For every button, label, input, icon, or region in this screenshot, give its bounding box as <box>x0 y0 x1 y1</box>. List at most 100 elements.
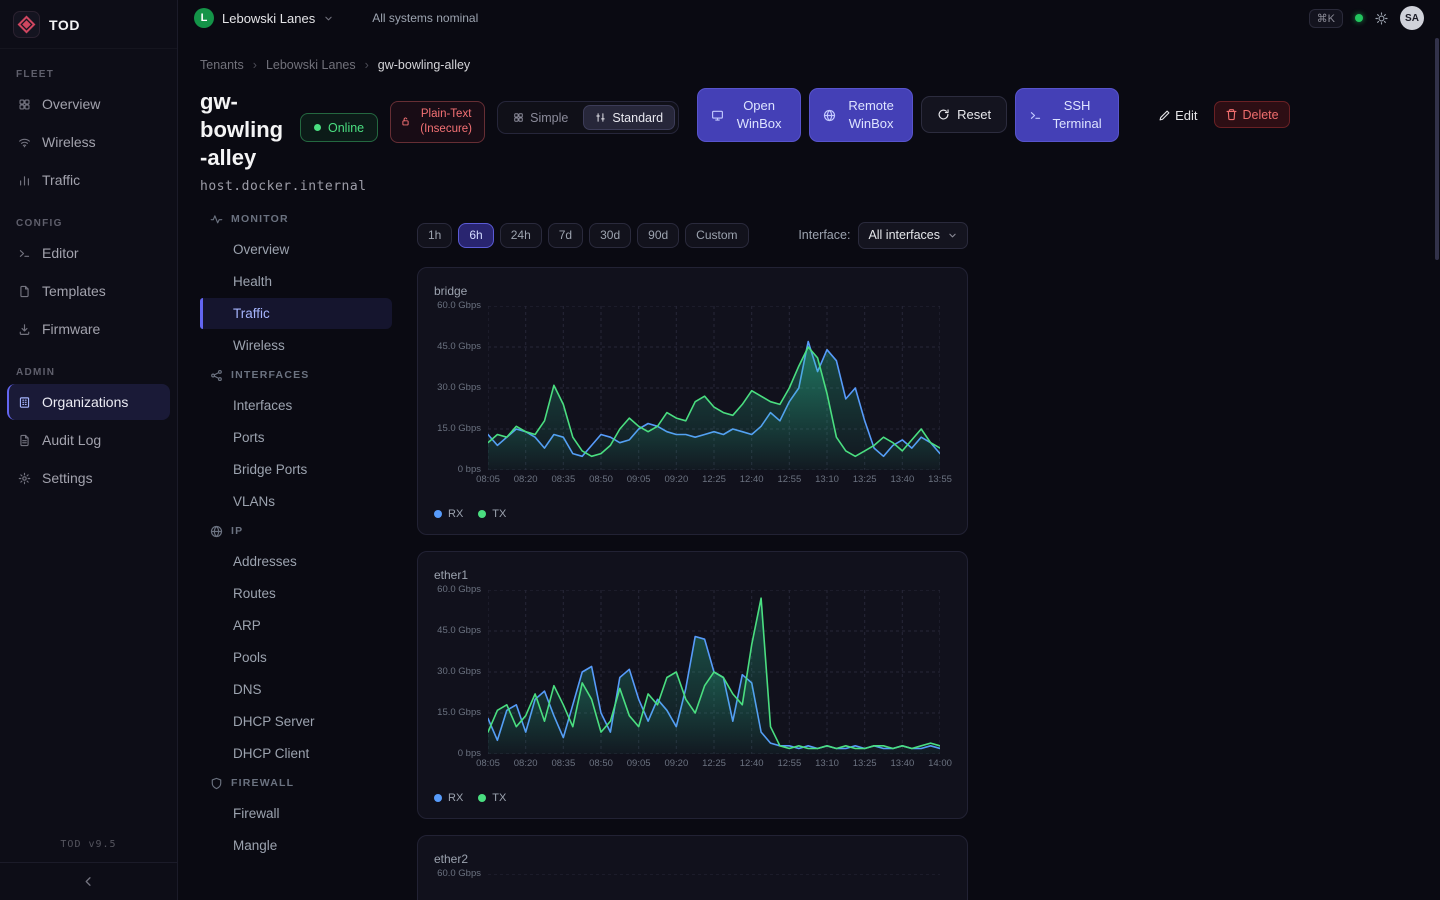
interface-filter: Interface: All interfaces <box>798 222 968 249</box>
interface-select-value: All interfaces <box>868 228 940 242</box>
globe-icon <box>210 525 223 538</box>
tenant-switcher[interactable]: L Lebowski Lanes <box>194 8 334 28</box>
sidebar: TOD FLEETOverviewWirelessTrafficCONFIGEd… <box>0 0 178 900</box>
time-range-group: 1h6h 24h7d30d90dCustom <box>417 223 749 248</box>
subnav-item-mangle[interactable]: Mangle <box>200 830 392 861</box>
subnav-item-dhcp-client[interactable]: DHCP Client <box>200 738 392 769</box>
subnav-item-interfaces[interactable]: Interfaces <box>200 390 392 421</box>
remote-winbox-button[interactable]: Remote WinBox <box>809 88 913 142</box>
time-range-7d[interactable]: 7d <box>548 223 583 248</box>
x-axis: 08:0508:2008:3508:5009:0509:2012:2512:40… <box>488 758 940 778</box>
time-range-1h[interactable]: 1h <box>417 223 452 248</box>
x-axis-tick: 08:35 <box>551 474 575 485</box>
x-axis-tick: 12:25 <box>702 474 726 485</box>
subnav-item-vlans[interactable]: VLANs <box>200 486 392 517</box>
trash-icon <box>1225 108 1238 121</box>
sidebar-item-traffic[interactable]: Traffic <box>7 162 170 198</box>
y-axis: 0 bps15.0 Gbps30.0 Gbps45.0 Gbps60.0 Gbp… <box>434 306 488 470</box>
y-axis-tick: 30.0 Gbps <box>437 382 481 393</box>
y-axis-tick: 15.0 Gbps <box>437 707 481 718</box>
time-range-90d[interactable]: 90d <box>637 223 679 248</box>
y-axis-tick: 60.0 Gbps <box>437 868 481 879</box>
view-mode-toggle: SimpleStandard <box>497 101 679 134</box>
device-actions: Open WinBoxRemote WinBoxResetSSH Termina… <box>697 88 1290 142</box>
gear-icon <box>18 472 31 485</box>
chevron-left-icon <box>82 875 95 888</box>
sidebar-item-overview[interactable]: Overview <box>7 86 170 122</box>
x-axis-tick: 13:25 <box>853 474 877 485</box>
subnav-item-wireless[interactable]: Wireless <box>200 330 392 361</box>
view-mode-simple[interactable]: Simple <box>501 105 580 130</box>
chart-card-bridge: bridge0 bps15.0 Gbps30.0 Gbps45.0 Gbps60… <box>417 267 968 535</box>
sidebar-item-settings[interactable]: Settings <box>7 460 170 496</box>
time-range-24h[interactable]: 24h <box>500 223 542 248</box>
page-scrollbar[interactable] <box>1435 38 1439 260</box>
online-status-badge: Online <box>300 113 378 142</box>
subnav-item-arp[interactable]: ARP <box>200 610 392 641</box>
sidebar-item-wireless[interactable]: Wireless <box>7 124 170 160</box>
legend-dot <box>478 510 486 518</box>
delete-button[interactable]: Delete <box>1214 101 1289 128</box>
chart-plot <box>488 874 940 900</box>
legend-item-tx: TX <box>478 508 506 520</box>
shield-icon <box>210 777 223 790</box>
subnav-item-routes[interactable]: Routes <box>200 578 392 609</box>
view-mode-standard[interactable]: Standard <box>583 105 675 130</box>
subnav-item-overview[interactable]: Overview <box>200 234 392 265</box>
ssh-terminal-button[interactable]: SSH Terminal <box>1015 88 1119 142</box>
sidebar-item-organizations[interactable]: Organizations <box>7 384 170 420</box>
app-version: TOD v9.5 <box>0 839 177 850</box>
x-axis-tick: 13:10 <box>815 758 839 769</box>
breadcrumb-item-lebowski-lanes[interactable]: Lebowski Lanes <box>266 58 356 72</box>
lock-open-icon <box>400 116 411 127</box>
subnav-item-health[interactable]: Health <box>200 266 392 297</box>
sidebar-nav: FLEETOverviewWirelessTrafficCONFIGEditor… <box>0 49 177 498</box>
online-dot <box>314 124 321 131</box>
subnav-item-bridge-ports[interactable]: Bridge Ports <box>200 454 392 485</box>
app-logo[interactable]: TOD <box>0 0 177 49</box>
command-palette-shortcut[interactable]: ⌘K <box>1309 9 1343 28</box>
download-icon <box>18 323 31 336</box>
sidebar-section-fleet: FLEET <box>16 69 161 80</box>
sidebar-item-audit-log[interactable]: Audit Log <box>7 422 170 458</box>
topbar: L Lebowski Lanes All systems nominal ⌘K … <box>178 0 1440 36</box>
subnav-item-dhcp-server[interactable]: DHCP Server <box>200 706 392 737</box>
x-axis-tick: 13:10 <box>815 474 839 485</box>
time-range-6h[interactable]: 6h <box>458 223 493 248</box>
time-range-30d[interactable]: 30d <box>589 223 631 248</box>
legend-item-rx: RX <box>434 508 463 520</box>
interface-label: Interface: <box>798 228 850 242</box>
chart-title: ether1 <box>434 568 951 582</box>
subnav-item-ports[interactable]: Ports <box>200 422 392 453</box>
edit-button[interactable]: Edit <box>1149 101 1206 129</box>
sidebar-item-templates[interactable]: Templates <box>7 273 170 309</box>
user-avatar[interactable]: SA <box>1400 6 1424 30</box>
subnav-item-traffic[interactable]: Traffic <box>200 298 392 329</box>
chart-title: ether2 <box>434 852 951 866</box>
x-axis-tick: 09:05 <box>627 758 651 769</box>
theme-toggle-button[interactable] <box>1375 12 1388 25</box>
sidebar-item-editor[interactable]: Editor <box>7 235 170 271</box>
subnav-item-firewall[interactable]: Firewall <box>200 798 392 829</box>
chart-plot <box>488 306 940 470</box>
legend-item-tx: TX <box>478 792 506 804</box>
building-icon <box>18 396 31 409</box>
sidebar-item-firmware[interactable]: Firmware <box>7 311 170 347</box>
device-subnav: MONITOROverviewHealthTrafficWirelessINTE… <box>200 206 392 862</box>
globe-icon <box>823 109 836 122</box>
terminal-icon <box>18 247 31 260</box>
sidebar-collapse-button[interactable] <box>0 862 177 900</box>
x-axis-tick: 13:25 <box>853 758 877 769</box>
subnav-item-dns[interactable]: DNS <box>200 674 392 705</box>
time-range-custom[interactable]: Custom <box>685 223 748 248</box>
open-winbox-button[interactable]: Open WinBox <box>697 88 801 142</box>
reset-button[interactable]: Reset <box>921 96 1007 133</box>
subnav-item-addresses[interactable]: Addresses <box>200 546 392 577</box>
subnav-item-pools[interactable]: Pools <box>200 642 392 673</box>
x-axis-tick: 09:20 <box>664 474 688 485</box>
x-axis-tick: 08:20 <box>514 474 538 485</box>
x-axis-tick: 14:00 <box>928 758 952 769</box>
breadcrumb-item-tenants[interactable]: Tenants <box>200 58 244 72</box>
interface-select[interactable]: All interfaces <box>858 222 968 249</box>
pencil-icon <box>1158 109 1171 122</box>
